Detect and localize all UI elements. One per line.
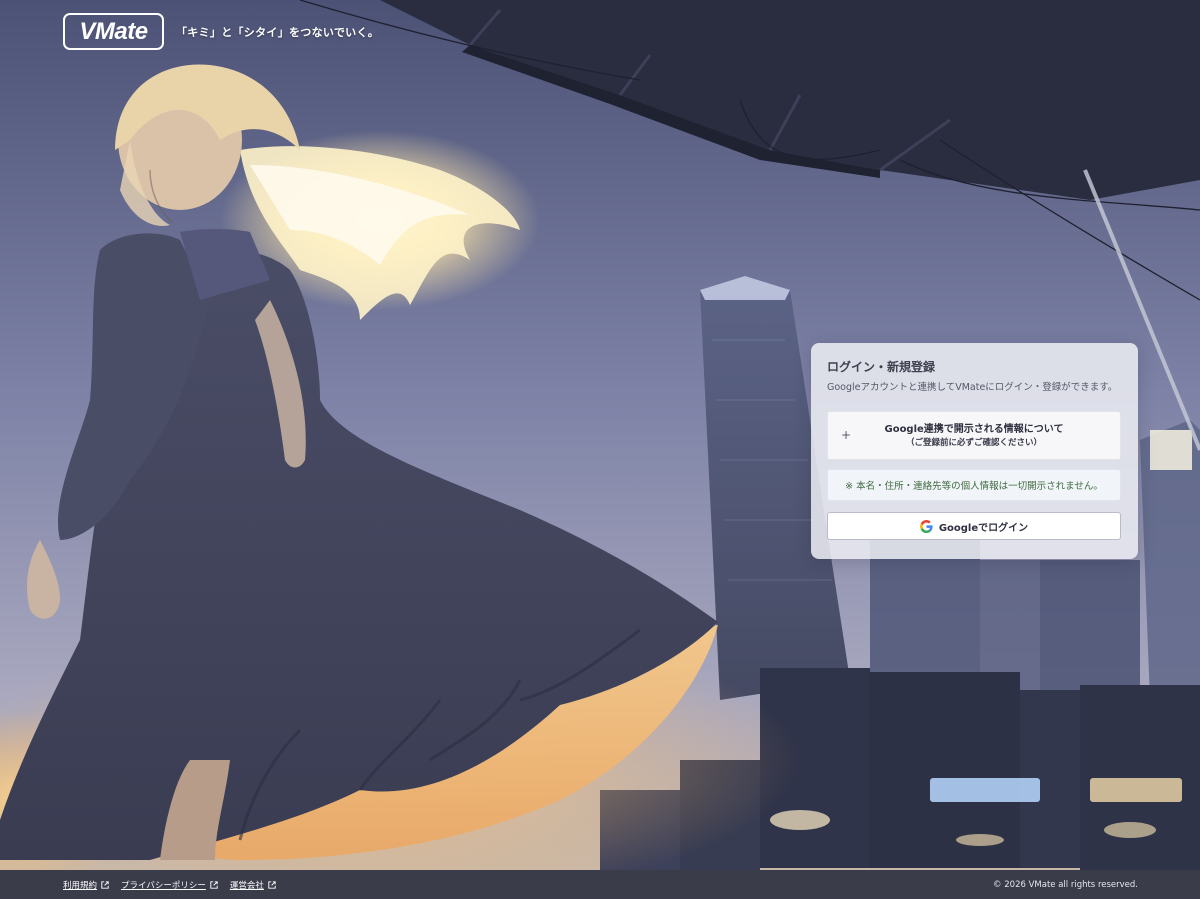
terms-link[interactable]: 利用規約 <box>63 879 109 891</box>
privacy-notice: ※ 本名・住所・連絡先等の個人情報は一切開示されません。 <box>827 469 1121 501</box>
external-link-icon <box>268 880 276 889</box>
google-icon <box>919 519 933 533</box>
terms-link-label: 利用規約 <box>63 880 98 891</box>
plus-icon: + <box>841 428 852 442</box>
disclosure-info-toggle[interactable]: + Google連携で開示される情報について （ご登録前に必ずご確認ください） <box>827 411 1121 460</box>
disclosure-info-heading: Google連携で開示される情報について <box>884 423 1064 435</box>
site-footer: 利用規約 プライバシーポリシー 運営会社 © 2026 VMate all ri… <box>0 870 1200 899</box>
login-description: Googleアカウントと連携してVMateにログイン・登録ができます。 <box>827 382 1118 393</box>
company-link-label: 運営会社 <box>229 880 264 891</box>
disclosure-info-text: Google連携で開示される情報について （ご登録前に必ずご確認ください） <box>884 423 1063 449</box>
login-title: ログイン・新規登録 <box>827 360 936 374</box>
login-panel: ログイン・新規登録 Googleアカウントと連携してVMateにログイン・登録が… <box>811 343 1138 559</box>
company-link[interactable]: 運営会社 <box>230 879 276 891</box>
privacy-policy-link-label: プライバシーポリシー <box>121 880 206 891</box>
site-header: VMate 「キミ」と「シタイ」をつないでいく。 <box>63 13 379 50</box>
copyright-text: © 2026 VMate all rights reserved. <box>993 879 1138 890</box>
disclosure-info-note: （ご登録前に必ずご確認ください） <box>905 437 1042 448</box>
privacy-policy-link[interactable]: プライバシーポリシー <box>121 879 218 891</box>
google-login-button[interactable]: Googleでログイン <box>827 512 1121 540</box>
footer-links: 利用規約 プライバシーポリシー 運営会社 <box>63 879 288 891</box>
brand-tagline: 「キミ」と「シタイ」をつないでいく。 <box>176 25 380 39</box>
vmate-logo[interactable]: VMate <box>63 13 164 50</box>
external-link-icon <box>210 880 218 889</box>
external-link-icon <box>101 880 109 889</box>
google-login-label: Googleでログイン <box>938 522 1029 534</box>
